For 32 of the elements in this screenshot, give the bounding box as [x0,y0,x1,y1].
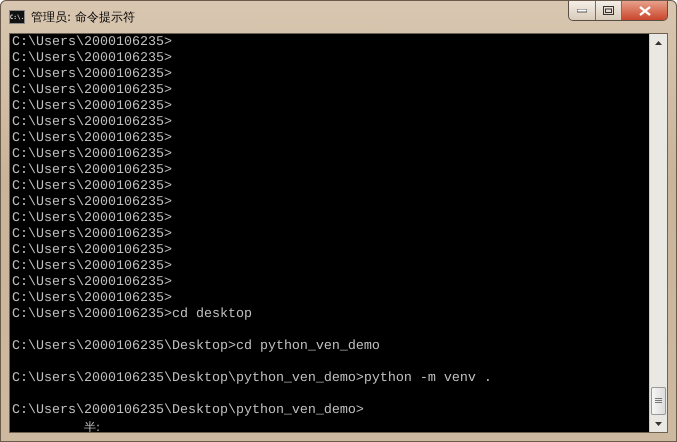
window-title: 管理员: 命令提示符 [31,8,135,26]
console-line: C:\Users\2000106235> [12,115,173,131]
console-line: C:\Users\2000106235> [12,147,173,163]
console-line: C:\Users\2000106235> [12,163,173,179]
scroll-up-icon[interactable] [655,40,662,44]
console-line: C:\Users\2000106235>cd desktop [12,307,253,323]
console-line: C:\Users\2000106235\Desktop\python_ven_demo>python -m venv . [12,371,493,387]
console-line: C:\Users\2000106235> [12,275,173,291]
console-line: C:\Users\2000106235\Desktop>cd python_ven_demo [12,339,381,355]
console-line: C:\Users\2000106235> [12,35,173,51]
scroll-down-icon[interactable] [655,422,662,426]
console-line: C:\Users\2000106235> [12,179,173,195]
console-line: C:\Users\2000106235\Desktop\python_ven_demo> [12,403,365,419]
minimize-icon [577,8,587,12]
console-line: C:\Users\2000106235> [12,227,173,243]
console-line: C:\Users\2000106235> [12,291,173,307]
console-line: C:\Users\2000106235> [12,51,173,67]
maximize-icon [603,6,614,15]
console-line: C:\Users\2000106235> [12,195,173,211]
close-icon [638,6,650,16]
console-line: C:\Users\2000106235> [12,83,173,99]
scrollbar[interactable] [649,34,667,432]
console-line: C:\Users\2000106235> [12,67,173,83]
console-line: C:\Users\2000106235> [12,99,173,115]
console-line: C:\Users\2000106235> [12,131,173,147]
scrollbar-thumb[interactable] [651,387,666,415]
close-button[interactable] [621,1,667,20]
console-line: C:\Users\2000106235> [12,259,173,275]
minimize-button[interactable] [569,1,595,20]
maximize-button[interactable] [595,1,621,20]
console-line: C:\Users\2000106235> [12,243,173,259]
console-line: C:\Users\2000106235> [12,211,173,227]
